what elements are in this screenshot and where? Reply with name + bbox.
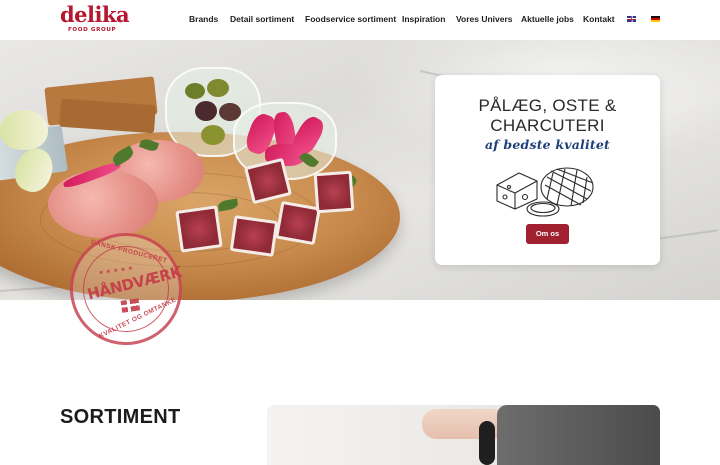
nav-item-aktuelle-jobs[interactable]: Aktuelle jobs xyxy=(521,14,574,24)
section-title: SORTIMENT xyxy=(60,406,181,428)
salami-cube xyxy=(275,200,321,246)
olive xyxy=(201,125,225,145)
nav-item-vores-univers[interactable]: Vores Univers xyxy=(456,14,513,24)
card-title-line2: CHARCUTERI xyxy=(490,116,605,135)
product-card: PÅLÆG, OSTE & CHARCUTERI af bedste kvali… xyxy=(435,75,660,265)
cheese-and-ham-illustration-icon xyxy=(496,167,594,217)
olive xyxy=(185,83,205,99)
card-tagline: af bedste kvalitet xyxy=(485,137,610,152)
danish-flag-icon xyxy=(120,298,141,313)
card-title: PÅLÆG, OSTE & CHARCUTERI xyxy=(435,96,660,136)
main-nav: Brands Detail sortiment Foodservice sort… xyxy=(0,14,720,26)
nav-item-brands[interactable]: Brands xyxy=(189,14,218,24)
logo-subtitle: FOOD GROUP xyxy=(68,27,117,33)
nav-item-foodservice-sortiment[interactable]: Foodservice sortiment xyxy=(305,14,396,24)
knife-handle-image xyxy=(479,421,495,465)
german-flag-icon[interactable] xyxy=(651,16,660,22)
ham-slice xyxy=(48,170,158,238)
salami-cube xyxy=(175,205,223,253)
site-header: delika FOOD GROUP Brands Detail sortimen… xyxy=(0,0,720,40)
pear-slice xyxy=(0,110,48,150)
salami-cube xyxy=(229,215,279,257)
olive xyxy=(207,79,229,97)
salami-cube xyxy=(313,170,355,214)
about-us-button[interactable]: Om os xyxy=(526,224,569,244)
apron-image xyxy=(497,405,660,465)
uk-flag-icon[interactable] xyxy=(627,16,636,22)
olive xyxy=(195,101,217,121)
crispbread xyxy=(59,98,156,134)
sortiment-image xyxy=(267,405,660,465)
nav-item-detail-sortiment[interactable]: Detail sortiment xyxy=(230,14,294,24)
card-title-line1: PÅLÆG, OSTE & xyxy=(478,96,617,115)
nav-item-inspiration[interactable]: Inspiration xyxy=(402,14,445,24)
nav-item-kontakt[interactable]: Kontakt xyxy=(583,14,615,24)
